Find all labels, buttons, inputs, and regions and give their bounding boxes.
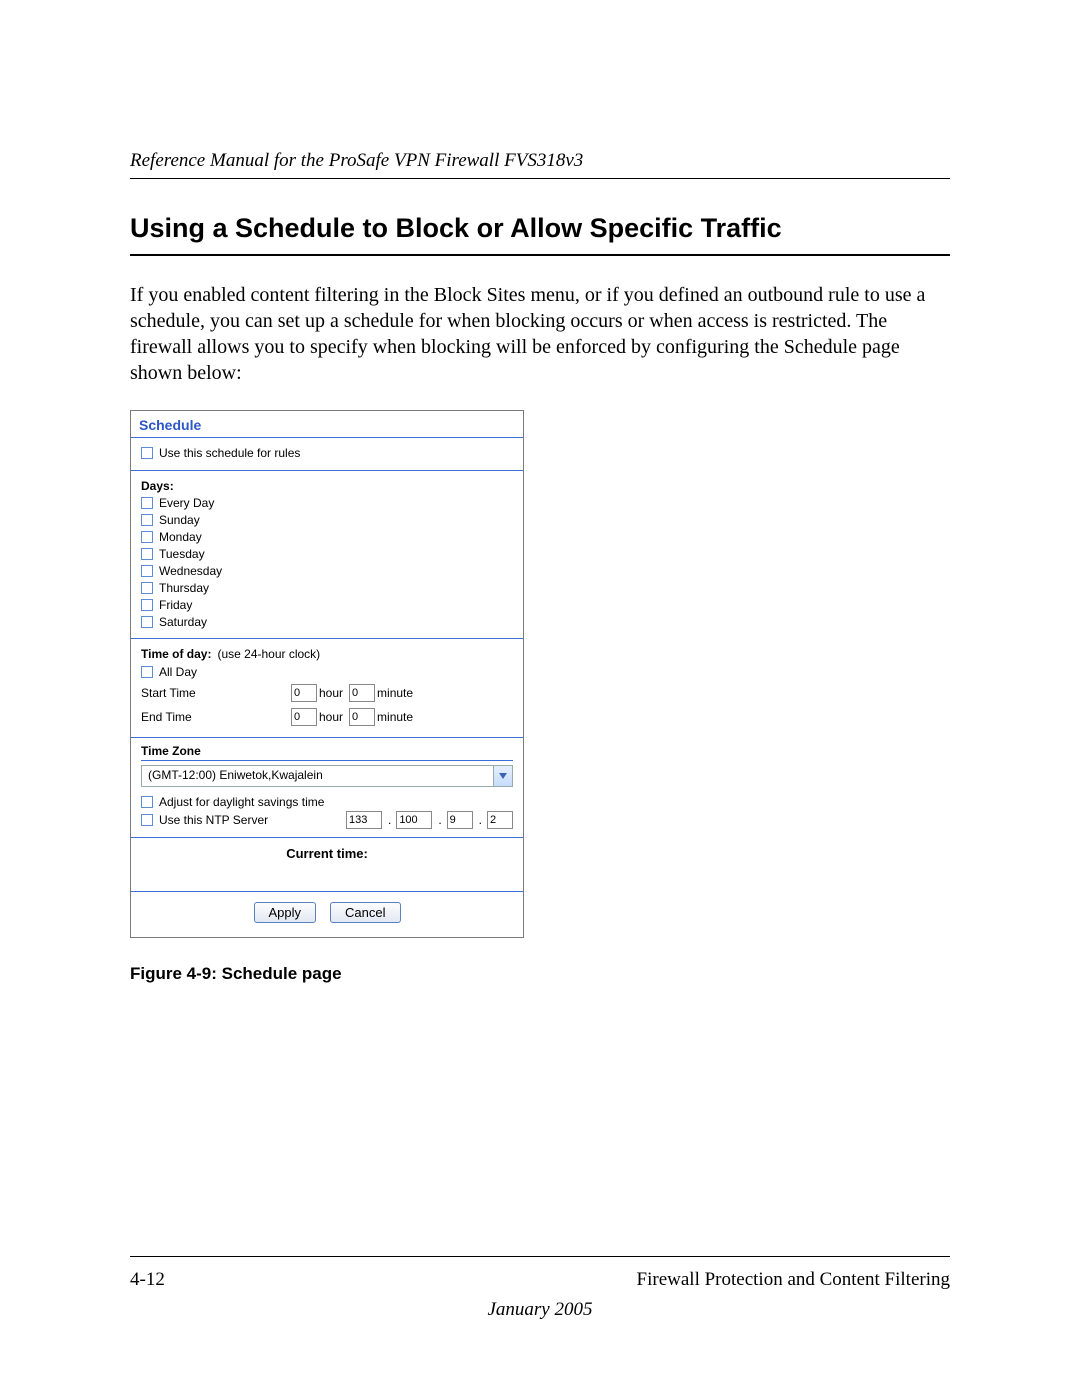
minute-unit: minute <box>377 710 413 724</box>
dot-sep: . <box>386 813 392 827</box>
running-header: Reference Manual for the ProSafe VPN Fir… <box>130 150 950 179</box>
day-saturday-checkbox[interactable] <box>141 616 153 628</box>
day-wednesday-checkbox[interactable] <box>141 565 153 577</box>
time-heading-note: (use 24-hour clock) <box>217 647 320 661</box>
ntp-ip-2-input[interactable]: 100 <box>396 811 432 829</box>
cancel-button[interactable]: Cancel <box>330 902 400 923</box>
section-body-text: If you enabled content filtering in the … <box>130 282 950 386</box>
all-day-label: All Day <box>159 665 197 679</box>
day-thursday-checkbox[interactable] <box>141 582 153 594</box>
day-monday-checkbox[interactable] <box>141 531 153 543</box>
dst-checkbox[interactable] <box>141 796 153 808</box>
day-label: Friday <box>159 598 192 612</box>
section-heading: Using a Schedule to Block or Allow Speci… <box>130 213 950 256</box>
button-row: Apply Cancel <box>131 891 523 937</box>
ntp-label: Use this NTP Server <box>159 813 268 827</box>
minute-unit: minute <box>377 686 413 700</box>
schedule-panel: Schedule Use this schedule for rules Day… <box>130 410 524 938</box>
chapter-title: Firewall Protection and Content Filterin… <box>637 1269 950 1291</box>
use-schedule-checkbox[interactable] <box>141 447 153 459</box>
day-sunday-checkbox[interactable] <box>141 514 153 526</box>
timezone-select[interactable]: (GMT-12:00) Eniwetok,Kwajalein <box>141 765 513 787</box>
figure-caption: Figure 4-9: Schedule page <box>130 964 950 984</box>
footer-date: January 2005 <box>130 1299 950 1321</box>
dst-label: Adjust for daylight savings time <box>159 795 324 809</box>
days-heading: Days: <box>141 477 513 494</box>
day-label: Thursday <box>159 581 209 595</box>
end-hour-input[interactable]: 0 <box>291 708 317 726</box>
end-minute-input[interactable]: 0 <box>349 708 375 726</box>
use-schedule-label: Use this schedule for rules <box>159 446 300 460</box>
page-number: 4-12 <box>130 1269 165 1291</box>
dot-sep: . <box>477 813 483 827</box>
dot-sep: . <box>436 813 442 827</box>
day-label: Saturday <box>159 615 207 629</box>
day-tuesday-checkbox[interactable] <box>141 548 153 560</box>
day-label: Monday <box>159 530 202 544</box>
panel-title: Schedule <box>131 411 523 433</box>
hour-unit: hour <box>319 686 343 700</box>
all-day-checkbox[interactable] <box>141 666 153 678</box>
current-time-label: Current time: <box>131 838 523 891</box>
timezone-heading: Time Zone <box>141 744 513 758</box>
day-friday-checkbox[interactable] <box>141 599 153 611</box>
end-time-label: End Time <box>141 710 291 724</box>
page-footer: 4-12 Firewall Protection and Content Fil… <box>130 1256 950 1321</box>
days-section: Days: Every Day Sunday Monday Tuesday We… <box>131 471 523 636</box>
time-heading-bold: Time of day: <box>141 647 211 661</box>
timezone-section: Time Zone (GMT-12:00) Eniwetok,Kwajalein… <box>131 738 523 835</box>
day-label: Tuesday <box>159 547 205 561</box>
start-hour-input[interactable]: 0 <box>291 684 317 702</box>
apply-button[interactable]: Apply <box>254 902 317 923</box>
day-every-checkbox[interactable] <box>141 497 153 509</box>
start-minute-input[interactable]: 0 <box>349 684 375 702</box>
ntp-ip-1-input[interactable]: 133 <box>346 811 382 829</box>
timezone-selected-text: (GMT-12:00) Eniwetok,Kwajalein <box>142 766 493 786</box>
ntp-ip-4-input[interactable]: 2 <box>487 811 513 829</box>
chevron-down-icon[interactable] <box>493 766 512 786</box>
day-label: Every Day <box>159 496 214 510</box>
day-label: Sunday <box>159 513 200 527</box>
day-label: Wednesday <box>159 564 222 578</box>
ntp-checkbox[interactable] <box>141 814 153 826</box>
time-of-day-section: Time of day: (use 24-hour clock) All Day… <box>131 639 523 735</box>
document-page: Reference Manual for the ProSafe VPN Fir… <box>0 0 1080 1397</box>
hour-unit: hour <box>319 710 343 724</box>
ntp-ip-3-input[interactable]: 9 <box>447 811 473 829</box>
start-time-label: Start Time <box>141 686 291 700</box>
